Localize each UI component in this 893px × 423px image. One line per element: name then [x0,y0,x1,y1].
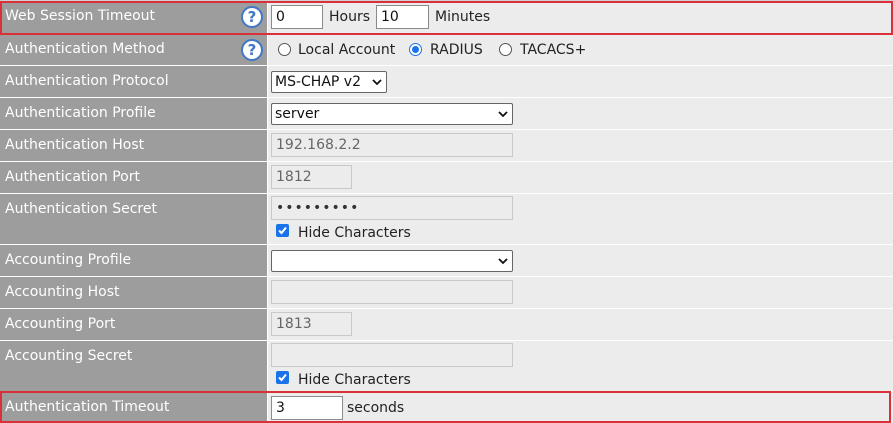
hide-characters-checkbox[interactable] [276,371,289,384]
authentication-host-input[interactable]: 192.168.2.2 [271,133,513,157]
row-accounting-host: Accounting Host [0,277,893,309]
radio-local-account-label: Local Account [298,42,396,58]
authentication-protocol-select[interactable]: MS-CHAP v2 [271,71,387,93]
chevron-down-icon [498,111,508,118]
row-accounting-secret: Accounting Secret Hide Characters [0,341,893,392]
help-icon[interactable]: ? [241,6,263,28]
authentication-protocol-label: Authentication Protocol [5,73,169,89]
row-authentication-host: Authentication Host 192.168.2.2 [0,130,893,162]
minutes-input[interactable]: 10 [376,5,429,29]
radio-tacacs[interactable] [499,43,512,56]
row-authentication-secret: Authentication Secret ••••••••• Hide Cha… [0,194,893,245]
radio-local-account[interactable] [278,43,291,56]
accounting-secret-label: Accounting Secret [5,348,133,364]
authentication-port-label: Authentication Port [5,169,140,185]
hours-unit-label: Hours [329,9,371,25]
help-icon[interactable]: ? [241,39,263,61]
accounting-host-label: Accounting Host [5,284,120,300]
authentication-host-label: Authentication Host [5,137,145,153]
authentication-profile-label: Authentication Profile [5,105,156,121]
checkmark-icon [278,226,287,235]
authentication-method-label: Authentication Method [5,41,165,57]
settings-form: Web Session Timeout ? 0 Hours 10 Minutes… [0,0,893,423]
web-session-timeout-label: Web Session Timeout [5,8,156,24]
checkmark-icon [278,373,287,382]
accounting-profile-select[interactable] [271,250,513,272]
radio-radius[interactable] [409,43,422,56]
authentication-port-input[interactable]: 1812 [271,165,352,189]
accounting-profile-label: Accounting Profile [5,252,132,268]
authentication-protocol-value: MS-CHAP v2 [275,74,361,90]
row-authentication-timeout: Authentication Timeout 3 seconds [0,392,893,423]
row-authentication-profile: Authentication Profile server [0,98,893,130]
chevron-down-icon [498,258,508,265]
authentication-profile-select[interactable]: server [271,103,513,125]
hide-characters-label: Hide Characters [298,372,411,388]
row-authentication-port: Authentication Port 1812 [0,162,893,194]
hours-input[interactable]: 0 [271,5,323,29]
authentication-timeout-unit: seconds [347,400,405,416]
chevron-down-icon [372,79,382,86]
authentication-secret-label: Authentication Secret [5,201,157,217]
row-web-session-timeout: Web Session Timeout ? 0 Hours 10 Minutes [0,1,893,34]
accounting-host-input[interactable] [271,280,513,304]
radio-tacacs-label: TACACS+ [520,42,587,58]
row-authentication-method: Authentication Method ? Local Account RA… [0,34,893,66]
accounting-port-input[interactable]: 1813 [271,312,352,336]
accounting-port-label: Accounting Port [5,316,116,332]
minutes-unit-label: Minutes [435,9,491,25]
authentication-secret-input[interactable]: ••••••••• [271,196,513,220]
authentication-timeout-input[interactable]: 3 [271,396,343,420]
row-accounting-profile: Accounting Profile [0,245,893,277]
hide-characters-label: Hide Characters [298,225,411,241]
hide-characters-checkbox[interactable] [276,224,289,237]
radio-radius-label: RADIUS [430,42,483,58]
authentication-profile-value: server [275,106,320,122]
row-accounting-port: Accounting Port 1813 [0,309,893,341]
accounting-secret-input[interactable] [271,343,513,367]
authentication-timeout-label: Authentication Timeout [5,399,170,415]
row-authentication-protocol: Authentication Protocol MS-CHAP v2 [0,66,893,98]
